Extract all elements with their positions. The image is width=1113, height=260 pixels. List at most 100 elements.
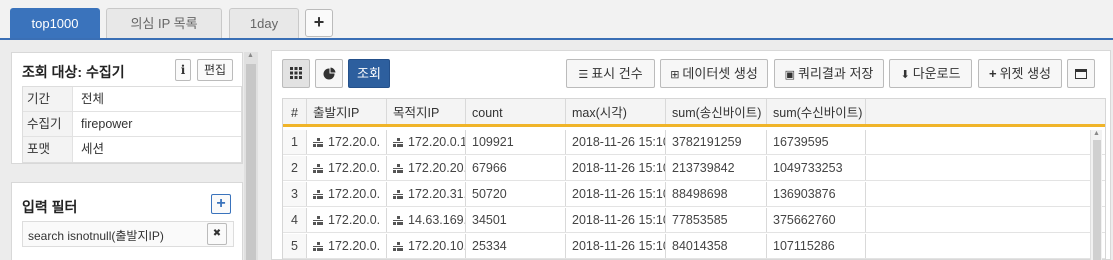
cell-dst-ip[interactable]: 172.20.0.1 [387, 130, 466, 154]
cell-count: 67966 [466, 156, 566, 180]
row-count-label: 표시 건수 [591, 66, 643, 81]
cell-count-text: 50720 [472, 187, 507, 201]
tab-1day[interactable]: 1day [229, 8, 299, 38]
column-settings-button[interactable] [1067, 59, 1095, 88]
cell-dst-ip-text: 172.20.31. [408, 187, 466, 201]
edit-button[interactable]: 편집 [197, 59, 233, 81]
create-dataset-button[interactable]: ⊞ 데이터셋 생성 [660, 59, 768, 88]
tab-suspicious-ip-list[interactable]: 의심 IP 목록 [106, 8, 222, 38]
grid-view-button[interactable] [282, 59, 310, 88]
cell-index: 1 [283, 130, 307, 154]
left-scrollbar[interactable]: ▲ [244, 52, 258, 260]
cell-sum-recv-bytes-text: 136903876 [773, 187, 836, 201]
create-widget-label: 위젯 생성 [999, 66, 1052, 81]
table-row[interactable]: 5 172.20.0. 172.20.10. 25334 2018-11-26 15:1… [283, 234, 1105, 259]
cell-sum-sent-bytes: 84014358 [666, 234, 767, 258]
cell-src-ip[interactable]: 172.20.0. [307, 234, 387, 258]
filter-item: search isnotnull(출발지IP) ✖ [22, 221, 234, 247]
network-icon [313, 138, 323, 147]
column-header-count[interactable]: count [466, 99, 566, 124]
column-header-max-time[interactable]: max(시각) [566, 99, 666, 124]
column-header-sum-recv-bytes[interactable]: sum(수신바이트) [767, 99, 866, 124]
plus-icon: + [988, 66, 997, 81]
kv-row-format: 포맷 세션 [23, 137, 241, 162]
table-header: # 출발지IP 목적지IP count max(시각) sum(송신바이트) s… [283, 99, 1105, 127]
kv-value: 세션 [81, 142, 105, 156]
cell-sum-sent-bytes-text: 3782191259 [672, 135, 742, 149]
cell-src-ip-text: 172.20.0. [328, 161, 381, 175]
network-icon [393, 164, 403, 173]
info-button[interactable]: i [175, 59, 191, 81]
table-row[interactable]: 3 172.20.0. 172.20.31. 50720 2018-11-26 15:1… [283, 182, 1105, 207]
column-header-sum-sent-bytes[interactable]: sum(송신바이트) [666, 99, 767, 124]
cell-sum-sent-bytes-text: 213739842 [672, 161, 735, 175]
cell-index: 5 [283, 234, 307, 258]
table-scrollbar[interactable]: ▲ [1090, 130, 1102, 260]
cell-max-time: 2018-11-26 15:10 [566, 208, 666, 232]
cell-src-ip[interactable]: 172.20.0. [307, 208, 387, 232]
network-icon [313, 190, 323, 199]
kv-value: 전체 [81, 92, 105, 106]
cell-sum-sent-bytes-text: 77853585 [672, 213, 728, 227]
network-icon [313, 164, 323, 173]
scroll-thumb[interactable] [246, 64, 256, 260]
cell-index-text: 3 [291, 187, 298, 201]
cell-index: 3 [283, 182, 307, 206]
chart-view-button[interactable] [315, 59, 343, 88]
cell-index-text: 4 [291, 213, 298, 227]
left-panel: 조회 대상: 수집기 i 편집 기간 전체 수집기 firepower 포맷 세… [0, 42, 262, 260]
scroll-thumb[interactable] [1093, 140, 1101, 260]
cell-dst-ip[interactable]: 172.20.10. [387, 234, 466, 258]
cell-src-ip[interactable]: 172.20.0. [307, 156, 387, 180]
tab-top1000[interactable]: top1000 [10, 8, 100, 38]
add-tab-button[interactable]: + [305, 9, 333, 37]
download-button[interactable]: ⬇ 다운로드 [889, 59, 972, 88]
column-header-index[interactable]: # [283, 99, 307, 124]
kv-row-period: 기간 전체 [23, 87, 241, 112]
column-header-src-ip[interactable]: 출발지IP [307, 99, 387, 124]
cell-src-ip-text: 172.20.0. [328, 213, 381, 227]
cell-dst-ip[interactable]: 172.20.20. [387, 156, 466, 180]
cell-sum-sent-bytes-text: 84014358 [672, 239, 728, 253]
query-target-title: 조회 대상: 수집기 [22, 64, 125, 80]
cell-src-ip[interactable]: 172.20.0. [307, 182, 387, 206]
cell-sum-recv-bytes: 136903876 [767, 182, 866, 206]
download-label: 다운로드 [912, 66, 961, 81]
cell-index-text: 2 [291, 161, 298, 175]
table-row[interactable]: 1 172.20.0. 172.20.0.1 109921 2018-11-26 15:… [283, 130, 1105, 155]
cell-sum-sent-bytes: 3782191259 [666, 130, 767, 154]
save-result-button[interactable]: ▣ 쿼리결과 저장 [774, 59, 884, 88]
cell-index-text: 5 [291, 239, 298, 253]
scroll-up-icon[interactable]: ▲ [247, 52, 254, 59]
network-icon [393, 242, 403, 251]
scroll-up-icon[interactable]: ▲ [1093, 130, 1100, 137]
input-filter-title: 입력 필터 [22, 199, 78, 215]
cell-sum-recv-bytes: 16739595 [767, 130, 866, 154]
table-row[interactable]: 2 172.20.0. 172.20.20. 67966 2018-11-26 15:1… [283, 156, 1105, 181]
row-count-button[interactable]: ☰ 표시 건수 [566, 59, 655, 88]
kv-key: 수집기 [23, 112, 73, 136]
cell-dst-ip[interactable]: 172.20.31. [387, 182, 466, 206]
cell-count-text: 67966 [472, 161, 507, 175]
column-header-dst-ip[interactable]: 목적지IP [387, 99, 466, 124]
kv-value: firepower [81, 117, 133, 131]
cell-sum-recv-bytes-text: 16739595 [773, 135, 829, 149]
pie-chart-icon [323, 66, 337, 80]
cell-count: 25334 [466, 234, 566, 258]
network-icon [313, 242, 323, 251]
query-button[interactable]: 조회 [348, 59, 390, 88]
cell-max-time: 2018-11-26 15:10 [566, 234, 666, 258]
cell-src-ip[interactable]: 172.20.0. [307, 130, 387, 154]
cell-count-text: 34501 [472, 213, 507, 227]
cell-sum-sent-bytes: 77853585 [666, 208, 767, 232]
create-widget-button[interactable]: + 위젯 생성 [978, 59, 1062, 88]
network-icon [393, 190, 403, 199]
cell-dst-ip[interactable]: 14.63.169. [387, 208, 466, 232]
add-filter-button[interactable]: + [211, 194, 231, 214]
table-row[interactable]: 4 172.20.0. 14.63.169. 34501 2018-11-26 15:1… [283, 208, 1105, 233]
cell-count: 50720 [466, 182, 566, 206]
remove-filter-button[interactable]: ✖ [207, 223, 227, 245]
download-icon: ⬇ [900, 69, 910, 81]
cell-sum-sent-bytes: 88498698 [666, 182, 767, 206]
result-table: # 출발지IP 목적지IP count max(시각) sum(송신바이트) s… [282, 98, 1106, 260]
